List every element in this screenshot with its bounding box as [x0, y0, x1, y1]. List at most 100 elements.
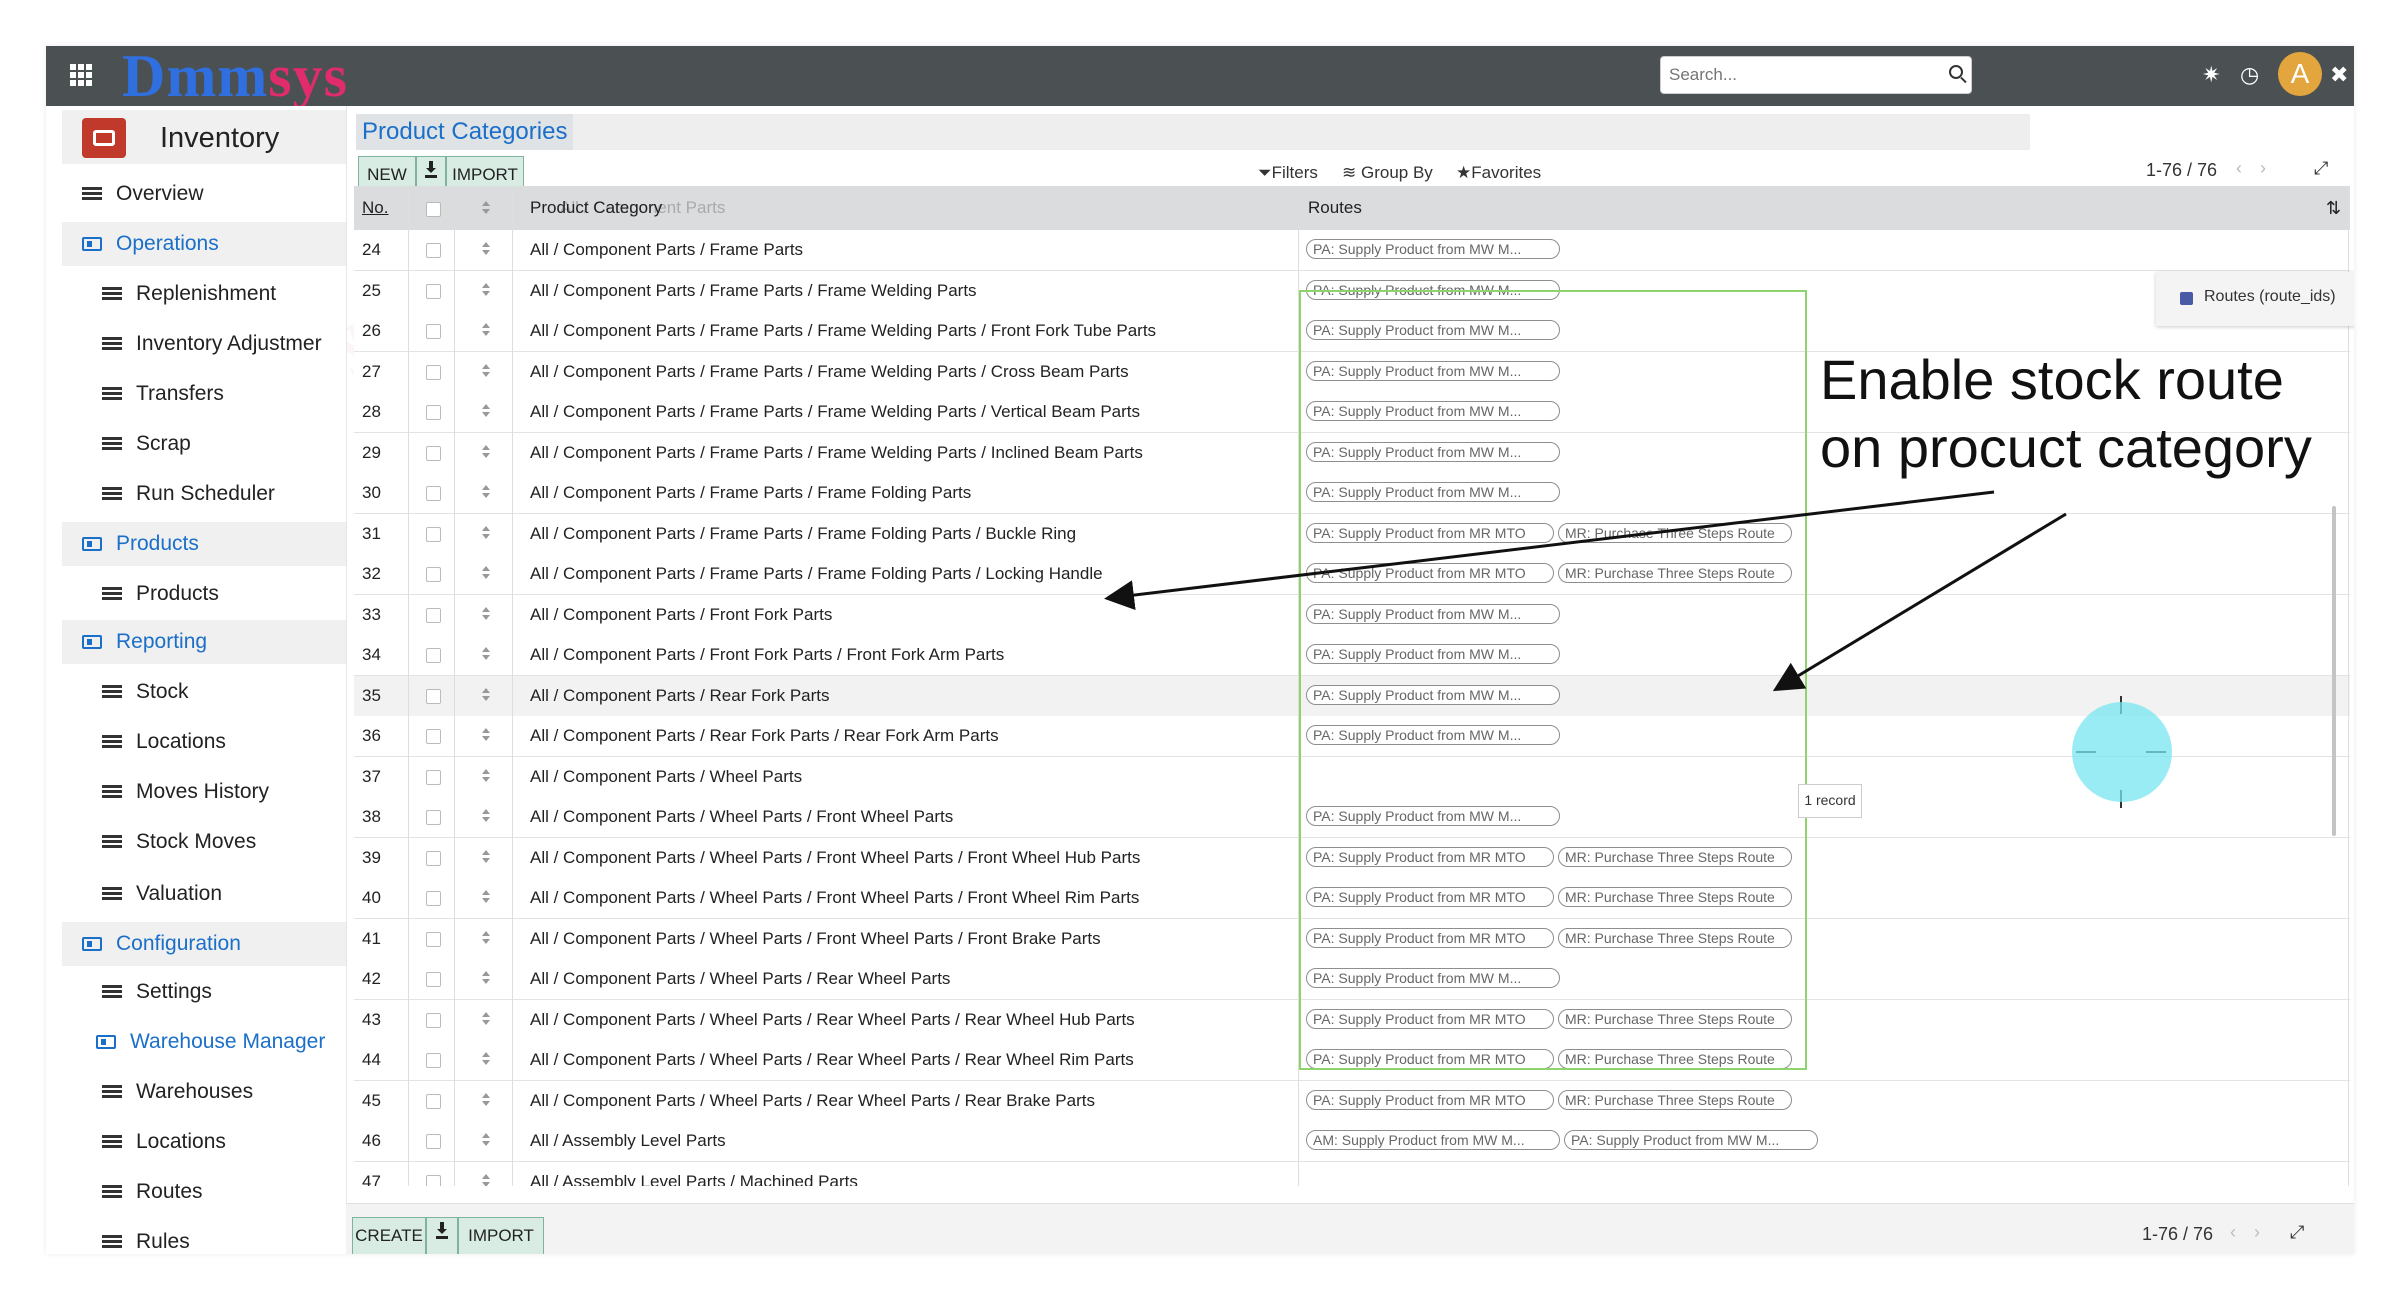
drag-handle-icon[interactable] — [482, 809, 490, 823]
row-checkbox[interactable] — [426, 1012, 441, 1028]
sidebar-item-valuation[interactable]: Valuation — [62, 872, 346, 916]
table-row[interactable]: 40 All / Component Parts / Wheel Parts / … — [354, 878, 2350, 919]
row-checkbox[interactable] — [426, 243, 441, 258]
route-tag[interactable]: MR: Purchase Three Steps Route — [1558, 927, 1792, 948]
drag-handle-icon[interactable] — [482, 687, 490, 702]
sidebar-item-settings[interactable]: Settings — [62, 970, 346, 1014]
import-button-bottom[interactable]: IMPORT — [458, 1217, 544, 1254]
sidebar-item-rules[interactable]: Rules — [62, 1220, 346, 1254]
table-row[interactable]: 24 All / Component Parts / Frame Parts PA:… — [354, 230, 2350, 271]
route-tag[interactable]: PA: Supply Product from MW M... — [1306, 441, 1560, 462]
sidebar-item-products[interactable]: Products — [62, 572, 346, 616]
route-tag[interactable]: PA: Supply Product from MW M... — [1306, 360, 1560, 381]
route-tag[interactable]: PA: Supply Product from MR MTO — [1306, 1089, 1554, 1110]
header-product-category[interactable]: Product Category — [530, 186, 662, 230]
route-tag[interactable]: MR: Purchase Three Steps Route — [1558, 522, 1792, 543]
row-checkbox[interactable] — [426, 364, 441, 380]
sidebar-item-overview[interactable]: Overview — [62, 172, 346, 216]
table-row[interactable]: 25 All / Component Parts / Frame Parts / … — [354, 270, 2350, 312]
sidebar-app-header[interactable]: Inventory — [62, 110, 346, 164]
header-routes[interactable]: Routes — [1308, 186, 1362, 230]
drag-handle-icon[interactable] — [482, 728, 490, 742]
drag-handle-icon[interactable] — [482, 768, 490, 783]
drag-handle-icon[interactable] — [482, 485, 490, 499]
route-tag[interactable]: MR: Purchase Three Steps Route — [1558, 563, 1792, 583]
row-checkbox[interactable] — [426, 445, 441, 461]
pager-next-bottom-icon[interactable]: › — [2254, 1222, 2260, 1243]
drag-handle-icon[interactable] — [482, 1173, 490, 1186]
row-checkbox[interactable] — [426, 1134, 441, 1149]
apps-grid-icon[interactable] — [70, 64, 92, 86]
row-checkbox[interactable] — [426, 1174, 441, 1186]
pager-next-icon[interactable]: › — [2260, 158, 2266, 179]
drag-handle-icon[interactable] — [482, 363, 490, 378]
route-tag[interactable]: PA: Supply Product from MR MTO — [1306, 1008, 1554, 1029]
drag-handle-icon[interactable] — [482, 566, 490, 580]
pager-prev-icon[interactable]: ‹ — [2236, 158, 2242, 179]
drag-handle-icon[interactable] — [482, 849, 490, 864]
close-icon[interactable]: ✖ — [2330, 62, 2348, 88]
expand-bottom-icon[interactable]: ⤢ — [2290, 1222, 2304, 1243]
breadcrumb[interactable]: Product Categories — [356, 114, 574, 150]
download-button-bottom[interactable] — [426, 1217, 458, 1254]
sidebar-item-warehouses[interactable]: Warehouses — [62, 1070, 346, 1114]
table-row[interactable]: 44 All / Component Parts / Wheel Parts / … — [354, 1040, 2350, 1081]
route-tag[interactable]: PA: Supply Product from MW M... — [1306, 239, 1560, 259]
row-checkbox[interactable] — [426, 688, 441, 704]
search-icon[interactable] — [1949, 65, 1963, 79]
table-row[interactable]: 42 All / Component Parts / Wheel Parts / … — [354, 959, 2350, 1000]
route-tag[interactable]: PA: Supply Product from MW M... — [1306, 401, 1560, 421]
row-checkbox[interactable] — [426, 850, 441, 866]
row-checkbox[interactable] — [426, 526, 441, 542]
routes-column-checkbox[interactable] — [2180, 292, 2193, 305]
bug-icon[interactable]: ✷ — [2202, 62, 2220, 88]
route-tag[interactable]: PA: Supply Product from MW M... — [1306, 644, 1560, 664]
table-row[interactable]: 39 All / Component Parts / Wheel Parts / … — [354, 837, 2350, 879]
row-checkbox[interactable] — [426, 486, 441, 501]
route-tag[interactable]: MR: Purchase Three Steps Route — [1558, 1008, 1792, 1029]
route-tag[interactable]: MR: Purchase Three Steps Route — [1558, 1089, 1792, 1110]
drag-handle-icon[interactable] — [482, 323, 490, 337]
route-tag[interactable]: PA: Supply Product from MR MTO — [1306, 522, 1554, 543]
route-tag[interactable]: PA: Supply Product from MR MTO — [1306, 1049, 1554, 1069]
sidebar-item-operations[interactable]: Operations — [62, 222, 346, 266]
table-row[interactable]: 41 All / Component Parts / Wheel Parts / … — [354, 918, 2350, 960]
header-no[interactable]: No. — [362, 186, 388, 230]
sidebar-item-run-scheduler[interactable]: Run Scheduler — [62, 472, 346, 516]
route-tag[interactable]: PA: Supply Product from MW M... — [1306, 725, 1560, 745]
route-tag[interactable]: PA: Supply Product from MW M... — [1306, 320, 1560, 340]
row-checkbox[interactable] — [426, 931, 441, 947]
route-tag[interactable]: PA: Supply Product from MW M... — [1306, 482, 1560, 502]
route-tag[interactable]: PA: Supply Product from MR MTO — [1306, 927, 1554, 948]
select-all-checkbox[interactable] — [426, 202, 441, 217]
routes-column-label[interactable]: Routes (route_ids) — [2204, 288, 2336, 306]
route-tag[interactable]: AM: Supply Product from MW M... — [1306, 1130, 1560, 1150]
route-tag[interactable]: PA: Supply Product from MW M... — [1306, 279, 1560, 300]
route-tag[interactable]: PA: Supply Product from MR MTO — [1306, 887, 1554, 907]
table-row[interactable]: 32 All / Component Parts / Frame Parts / … — [354, 554, 2350, 595]
create-button[interactable]: CREATE — [352, 1217, 426, 1254]
row-checkbox[interactable] — [426, 1053, 441, 1068]
row-checkbox[interactable] — [426, 607, 441, 623]
sidebar-item-transfers[interactable]: Transfers — [62, 372, 346, 416]
table-row[interactable]: 38 All / Component Parts / Wheel Parts / … — [354, 797, 2350, 838]
sidebar-item-scrap[interactable]: Scrap — [62, 422, 346, 466]
route-tag[interactable]: PA: Supply Product from MW M... — [1306, 968, 1560, 988]
drag-handle-icon[interactable] — [482, 282, 490, 297]
sidebar-item-configuration[interactable]: Configuration — [62, 922, 346, 966]
sidebar-item-stock[interactable]: Stock — [62, 670, 346, 714]
route-tag[interactable]: PA: Supply Product from MW M... — [1564, 1130, 1818, 1150]
drag-handle-icon[interactable] — [482, 444, 490, 459]
drag-handle-icon[interactable] — [482, 404, 490, 418]
sidebar-item-warehouse-manager[interactable]: Warehouse Manager — [62, 1020, 346, 1064]
pager-prev-bottom-icon[interactable]: ‹ — [2230, 1222, 2236, 1243]
route-tag[interactable]: MR: Purchase Three Steps Route — [1558, 887, 1792, 907]
sidebar-item-replenishment[interactable]: Replenishment — [62, 272, 346, 316]
sidebar-item-products[interactable]: Products — [62, 522, 346, 566]
route-tag[interactable]: MR: Purchase Three Steps Route — [1558, 846, 1792, 867]
sidebar-item-stock-moves[interactable]: Stock Moves — [62, 820, 346, 864]
route-tag[interactable]: MR: Purchase Three Steps Route — [1558, 1049, 1792, 1069]
row-checkbox[interactable] — [426, 891, 441, 906]
sidebar-item-locations[interactable]: Locations — [62, 720, 346, 764]
user-avatar[interactable]: A — [2278, 52, 2322, 96]
